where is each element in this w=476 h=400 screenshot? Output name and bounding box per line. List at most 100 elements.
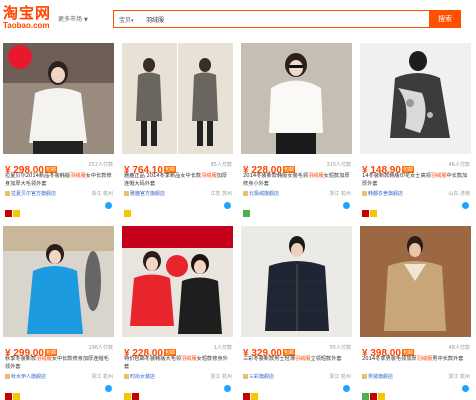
product-image[interactable] — [241, 43, 352, 154]
product-card[interactable]: ¥ 228.00 包邮 315人付款 2014冬装新款韩版女装毛领羽绒服女短款加厚… — [241, 43, 352, 217]
search-button[interactable]: 搜索 — [429, 9, 461, 28]
product-image[interactable] — [360, 226, 471, 337]
shop-row: 北极绒旗舰店 浙江 杭州 — [243, 190, 351, 198]
shop-row: 秋水伊人旗舰店 浙江 杭州 — [5, 373, 113, 381]
product-image[interactable] — [3, 43, 114, 154]
search-input[interactable] — [146, 14, 206, 24]
shop-icon — [243, 374, 248, 379]
price-row: ¥ 329.00 包邮 55人付款 — [243, 341, 351, 359]
product-card[interactable]: ¥ 299.00 包邮 196人付款 秋季冬装新款羽绒服女中长款修身加厚连帽毛领外… — [3, 226, 114, 400]
shop-link[interactable]: 男装旗舰店 — [368, 374, 393, 380]
product-title[interactable]: 2014冬季男装毛领加厚羽绒服男中长款外套 — [362, 355, 470, 371]
gold-seller-icon[interactable] — [13, 210, 20, 217]
location: 浙江 杭州 — [448, 374, 470, 380]
shop-row: 男装旗舰店 浙江 杭州 — [362, 373, 470, 381]
sales-count: 196人付款 — [88, 345, 113, 351]
wangwang-chat-icon[interactable] — [105, 385, 112, 392]
shop-link[interactable]: 雅鹿官方旗舰店 — [130, 191, 165, 197]
product-card[interactable]: ¥ 329.00 包邮 55人付款 三彩冬装新款男士轻薄羽绒服立领短款外套 三彩旗… — [241, 226, 352, 400]
location: 江苏 苏州 — [210, 191, 232, 197]
gold-seller-icon[interactable] — [370, 210, 377, 217]
region-selector[interactable]: 更多市场 ▼ — [58, 14, 88, 23]
price-row: ¥ 764.10 包邮 85人付款 — [124, 158, 232, 176]
product-card[interactable]: ¥ 398.00 包邮 48人付款 2014冬季男装毛领加厚羽绒服男中长款外套 男… — [360, 226, 471, 400]
product-title[interactable]: 特价包邮冬装韩版大毛领羽绒服女短款修身外套 — [124, 355, 232, 371]
service-icons — [362, 385, 470, 400]
location: 浙江 杭州 — [329, 191, 351, 197]
tmall-icon[interactable] — [362, 210, 369, 217]
service-icons — [243, 385, 351, 400]
chevron-down-icon: ▾ — [131, 18, 134, 24]
service-icons — [243, 202, 351, 217]
shop-link[interactable]: 北极绒旗舰店 — [249, 191, 279, 197]
shop-icon — [124, 374, 129, 379]
location: 浙江 杭州 — [210, 374, 232, 380]
product-image[interactable] — [241, 226, 352, 337]
location: 山东 济南 — [448, 191, 470, 197]
service-icons — [5, 202, 113, 217]
region-label: 更多市场 — [58, 16, 83, 23]
wangwang-chat-icon[interactable] — [343, 202, 350, 209]
product-title[interactable]: 秋季冬装新款羽绒服女中长款修身加厚连帽毛领外套 — [5, 355, 113, 371]
shop-row: 韩都衣舍旗舰店 山东 济南 — [362, 190, 470, 198]
tmall-icon[interactable] — [5, 393, 12, 400]
product-title[interactable]: 拉夏贝尔2014新品冬装韩版羽绒服女中长款修身加厚大毛领外套 — [5, 172, 113, 188]
shop-row: 三彩旗舰店 浙江 杭州 — [243, 373, 351, 381]
sales-count: 252人付款 — [88, 162, 113, 168]
shop-icon — [124, 191, 129, 196]
product-card[interactable]: ¥ 298.00 包邮 252人付款 拉夏贝尔2014新品冬装韩版羽绒服女中长款修… — [3, 43, 114, 217]
tmall-icon[interactable] — [5, 210, 12, 217]
shop-link[interactable]: 拉夏贝尔官方旗舰店 — [11, 191, 56, 197]
sales-count: 85人付款 — [210, 162, 232, 168]
gold-seller-icon[interactable] — [378, 393, 385, 400]
product-image[interactable] — [3, 226, 114, 337]
product-title[interactable]: 雅鹿正品 2014冬季新品女中长款羽绒服加厚连帽大码外套 — [124, 172, 232, 188]
shop-link[interactable]: 韩都衣舍旗舰店 — [368, 191, 403, 197]
wangwang-chat-icon[interactable] — [462, 385, 469, 392]
sales-count: 55人付款 — [329, 345, 351, 351]
product-title[interactable]: 2014冬装新款韩版女装毛领羽绒服女短款加厚修身小外套 — [243, 172, 351, 188]
shop-icon — [5, 374, 10, 379]
shop-icon — [362, 374, 367, 379]
gold-seller-icon[interactable] — [13, 393, 20, 400]
shop-link[interactable]: 三彩旗舰店 — [249, 374, 274, 380]
wangwang-chat-icon[interactable] — [462, 202, 469, 209]
tmall-icon[interactable] — [132, 393, 139, 400]
price-row: ¥ 228.00 包邮 315人付款 — [243, 158, 351, 176]
wangwang-chat-icon[interactable] — [224, 202, 231, 209]
sales-count: 46人付款 — [448, 162, 470, 168]
verified-icon[interactable] — [243, 210, 250, 217]
product-card[interactable]: ¥ 228.00 包邮 1人付款 特价包邮冬装韩版大毛领羽绒服女短款修身外套 时尚… — [122, 226, 233, 400]
tmall-icon[interactable] — [243, 393, 250, 400]
price-row: ¥ 298.00 包邮 252人付款 — [5, 158, 113, 176]
wangwang-chat-icon[interactable] — [105, 202, 112, 209]
product-image[interactable] — [122, 43, 233, 154]
gold-seller-icon[interactable] — [124, 393, 131, 400]
shop-link[interactable]: 时尚女装店 — [130, 374, 155, 380]
shop-icon — [5, 191, 10, 196]
wangwang-chat-icon[interactable] — [343, 385, 350, 392]
product-card[interactable]: ¥ 148.90 包邮 46人付款 14冬装新款韩版印花女士高领羽绒服中长款加厚外… — [360, 43, 471, 217]
logo-english: Taobao.com — [3, 21, 50, 30]
chevron-down-icon: ▼ — [84, 17, 88, 23]
shop-icon — [243, 191, 248, 196]
service-icons — [124, 385, 232, 400]
wangwang-chat-icon[interactable] — [224, 385, 231, 392]
sales-count: 1人付款 — [213, 345, 232, 351]
product-title[interactable]: 14冬装新款韩版印花女士高领羽绒服中长款加厚外套 — [362, 172, 470, 188]
shop-row: 时尚女装店 浙江 杭州 — [124, 373, 232, 381]
shop-row: 雅鹿官方旗舰店 江苏 苏州 — [124, 190, 232, 198]
product-title[interactable]: 三彩冬装新款男士轻薄羽绒服立领短款外套 — [243, 355, 351, 371]
product-image[interactable] — [122, 226, 233, 337]
gold-seller-icon[interactable] — [124, 210, 131, 217]
shop-link[interactable]: 秋水伊人旗舰店 — [11, 374, 46, 380]
gold-seller-icon[interactable] — [251, 393, 258, 400]
taobao-logo[interactable]: 淘宝网 Taobao.com — [3, 5, 59, 33]
search-category-selector[interactable]: 宝贝▾ — [119, 15, 134, 24]
product-card[interactable]: ¥ 764.10 包邮 85人付款 雅鹿正品 2014冬季新品女中长款羽绒服加厚连… — [122, 43, 233, 217]
shop-row: 拉夏贝尔官方旗舰店 浙江 杭州 — [5, 190, 113, 198]
verified-icon[interactable] — [362, 393, 369, 400]
product-image[interactable] — [360, 43, 471, 154]
tmall-icon[interactable] — [370, 393, 377, 400]
price-row: ¥ 228.00 包邮 1人付款 — [124, 341, 232, 359]
